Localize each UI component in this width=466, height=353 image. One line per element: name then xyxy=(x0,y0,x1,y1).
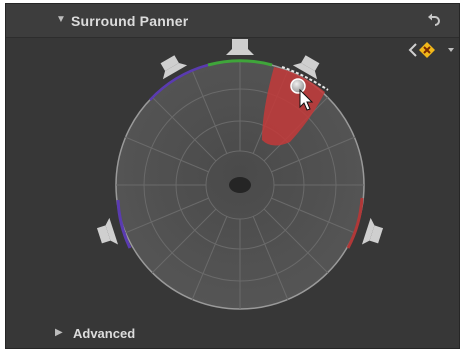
advanced-section-header[interactable]: ▶ Advanced xyxy=(5,317,460,347)
center-hub xyxy=(229,177,251,193)
triangle-right-icon[interactable]: ▶ xyxy=(55,328,63,338)
speaker-surround-right-icon xyxy=(361,217,384,245)
pan-puck[interactable] xyxy=(290,78,306,94)
speaker-center-icon xyxy=(226,39,254,55)
surround-panner xyxy=(96,39,384,310)
speaker-surround-left-icon xyxy=(96,217,119,245)
advanced-title: Advanced xyxy=(73,326,136,341)
